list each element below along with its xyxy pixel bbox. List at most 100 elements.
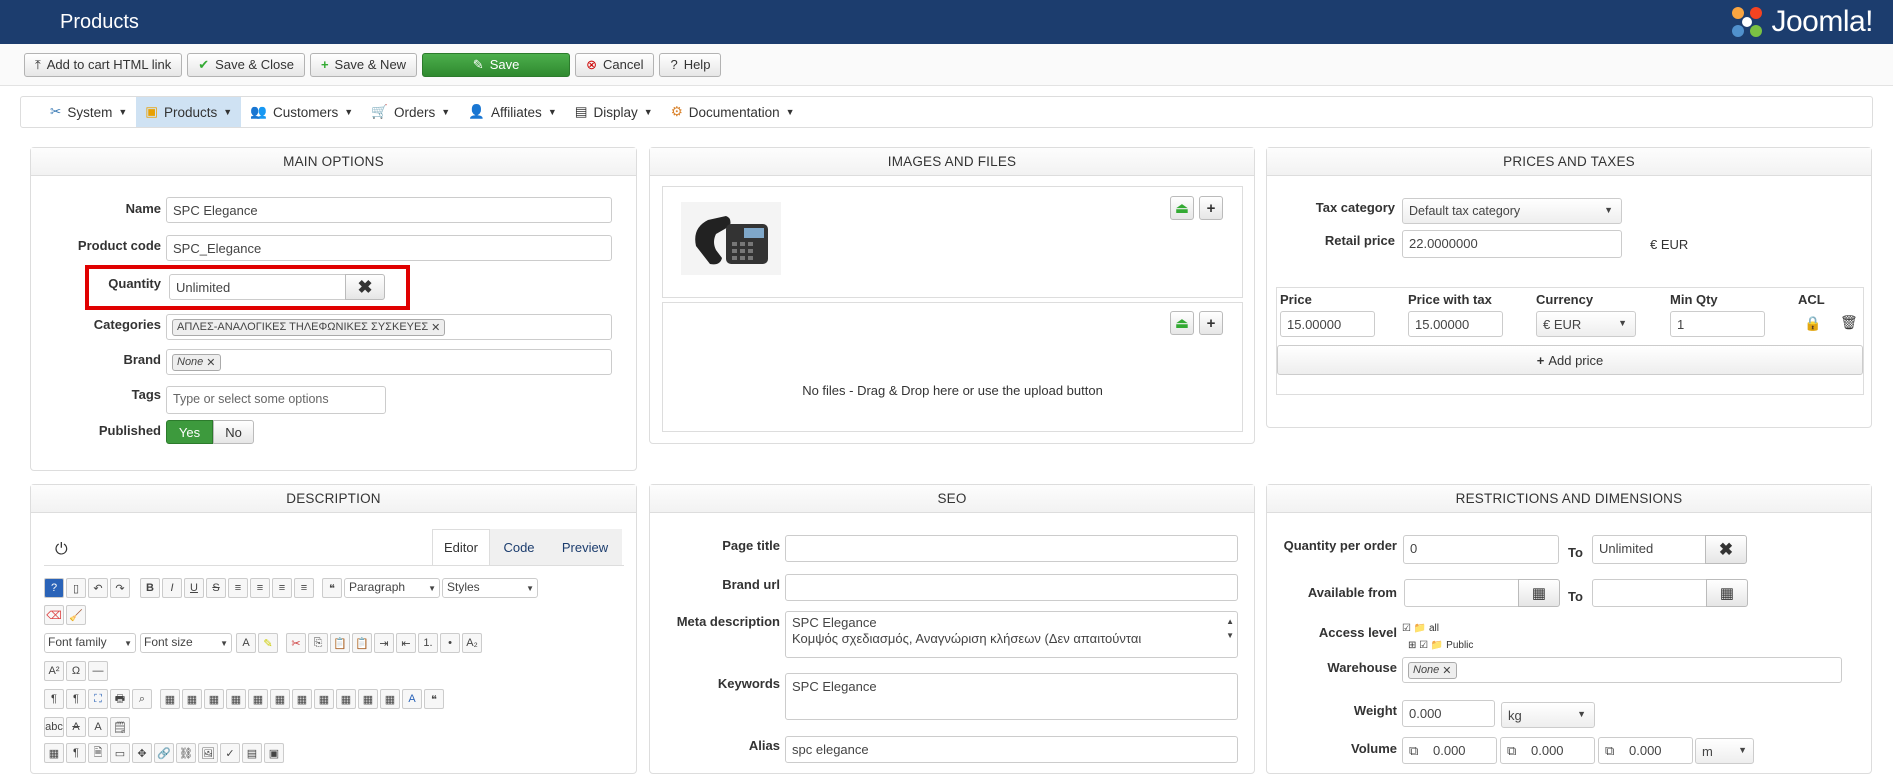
trash-icon[interactable]: 🗑 (1840, 314, 1858, 331)
table-icon[interactable]: ▦ (160, 689, 180, 709)
tab-editor[interactable]: Editor (432, 529, 490, 565)
published-no-button[interactable]: No (213, 420, 254, 444)
clear-quantity-button[interactable]: ✖ (345, 274, 385, 300)
help-button[interactable]: ? Help (659, 52, 722, 77)
table-delete-row-icon[interactable]: ▦ (270, 689, 290, 709)
save-close-button[interactable]: ✔ Save & Close (187, 52, 305, 77)
remove-tag-icon[interactable]: ✕ (206, 356, 215, 369)
access-all-item[interactable]: ☑ 📁 all (1402, 620, 1473, 637)
available-to-input[interactable] (1592, 579, 1707, 607)
power-icon[interactable]: ⏻ (55, 541, 68, 559)
text-color-icon[interactable]: A (236, 633, 256, 653)
indent-icon[interactable]: ⇥ (374, 633, 394, 653)
paste-icon[interactable]: 📋 (330, 633, 350, 653)
quantity-per-order-from[interactable]: 0 (1403, 535, 1559, 564)
italic-icon[interactable]: I (162, 578, 182, 598)
font-family-select[interactable]: Font family ▼ (44, 633, 136, 653)
expand-icon[interactable]: ⊞ (1408, 640, 1416, 651)
menu-products[interactable]: ▣ Products ▼ (136, 97, 242, 127)
template-icon[interactable]: 🗎 (88, 743, 108, 763)
redo-icon[interactable]: ↷ (110, 578, 130, 598)
cancel-button[interactable]: ⊗ Cancel (575, 52, 655, 77)
weight-input[interactable]: 0.000 (1402, 700, 1495, 727)
product-code-input[interactable]: SPC_Elegance (166, 235, 612, 261)
align-right-icon[interactable]: ≡ (294, 578, 314, 598)
underline-icon[interactable]: U (184, 578, 204, 598)
menu-orders[interactable]: 🛒 Orders ▼ (362, 97, 459, 127)
unlink-icon[interactable]: ⛓ (176, 743, 196, 763)
media-icon[interactable]: ▤ (242, 743, 262, 763)
character-map-icon[interactable]: Ω (66, 661, 86, 681)
remove-tag-icon[interactable]: ✕ (431, 321, 440, 334)
superscript-icon[interactable]: A² (44, 661, 64, 681)
highlight-color-icon[interactable]: ✎ (258, 633, 278, 653)
style-props-icon[interactable]: A (402, 689, 422, 709)
spellcheck-icon[interactable]: ✓ (220, 743, 240, 763)
table-row-before-icon[interactable]: ▦ (226, 689, 246, 709)
align-left-icon[interactable]: ≡ (272, 578, 292, 598)
price-input[interactable]: 15.00000 (1280, 311, 1375, 337)
brand-input[interactable]: None ✕ (166, 349, 612, 375)
tab-preview[interactable]: Preview (548, 529, 622, 565)
outdent-icon[interactable]: ⇤ (396, 633, 416, 653)
layer-icon[interactable]: ▭ (110, 743, 130, 763)
save-button[interactable]: ✎ Save (422, 52, 571, 77)
upload-image-button[interactable]: ⏏ (1170, 196, 1194, 220)
help-icon[interactable]: ? (44, 578, 64, 598)
paragraph-select[interactable]: Paragraph ▼ (344, 578, 440, 598)
cut-icon[interactable]: ✂ (286, 633, 306, 653)
cleanup-icon[interactable]: 🧹 (66, 605, 86, 625)
table-row-icon[interactable]: ▦ (204, 689, 224, 709)
menu-affiliates[interactable]: 👤 Affiliates ▼ (459, 97, 566, 127)
files-dropzone[interactable]: ⏏ + No files - Drag & Drop here or use t… (662, 302, 1243, 432)
available-from-input[interactable] (1404, 579, 1519, 607)
image-icon[interactable]: 🖼 (198, 743, 218, 763)
print-icon[interactable]: 🖶 (110, 689, 130, 709)
menu-customers[interactable]: 👥 Customers ▼ (241, 97, 362, 127)
quantity-per-order-to[interactable]: Unlimited (1592, 535, 1706, 564)
menu-display[interactable]: ▤ Display ▼ (566, 97, 662, 127)
undo-icon[interactable]: ↶ (88, 578, 108, 598)
images-dropzone[interactable]: ⏏ + (662, 186, 1243, 298)
published-yes-button[interactable]: Yes (166, 420, 213, 444)
keywords-textarea[interactable]: SPC Elegance (785, 673, 1238, 720)
fullscreen-icon[interactable]: ⛶ (88, 689, 108, 709)
joomla-logo[interactable]: Joomla! (1729, 4, 1873, 40)
subscript-icon[interactable]: A₂ (462, 633, 482, 653)
align-center-icon[interactable]: ≡ (250, 578, 270, 598)
available-to-calendar-button[interactable]: ▦ (1706, 579, 1748, 607)
paragraph-icon[interactable]: ¶ (66, 743, 86, 763)
scroll-down-icon[interactable]: ▼ (1226, 628, 1234, 644)
table-delete-col-icon[interactable]: ▦ (336, 689, 356, 709)
eraser-icon[interactable]: ⌫ (44, 605, 64, 625)
tab-code[interactable]: Code (490, 529, 548, 565)
available-from-calendar-button[interactable]: ▦ (1518, 579, 1560, 607)
styles-select[interactable]: Styles ▼ (442, 578, 538, 598)
horizontal-rule-icon[interactable]: — (88, 661, 108, 681)
font-size-select[interactable]: Font size ▼ (140, 633, 232, 653)
add-to-cart-link-button[interactable]: ⤒ Add to cart HTML link (24, 52, 183, 77)
price-with-tax-input[interactable]: 15.00000 (1408, 311, 1503, 337)
name-input[interactable]: SPC Elegance (166, 197, 612, 223)
ins-icon[interactable]: A (88, 717, 108, 737)
copy-icon[interactable]: ⎘ (308, 633, 328, 653)
grid-icon[interactable]: ▦ (44, 743, 64, 763)
access-public-item[interactable]: ⊞ ☑ 📁 Public (1402, 637, 1473, 654)
table-col-before-icon[interactable]: ▦ (292, 689, 312, 709)
volume-height-input[interactable]: ⧉ 0.000 (1598, 737, 1693, 764)
table-cell-icon[interactable]: ▦ (182, 689, 202, 709)
upload-file-button[interactable]: ⏏ (1170, 311, 1194, 335)
blockquote-icon[interactable]: ❝ (322, 578, 342, 598)
menu-system[interactable]: ✂ System ▼ (41, 97, 136, 127)
link-icon[interactable]: 🔗 (154, 743, 174, 763)
volume-width-input[interactable]: ⧉ 0.000 (1500, 737, 1595, 764)
brand-url-input[interactable] (785, 574, 1238, 601)
abbr-icon[interactable]: abc (44, 717, 64, 737)
table-split-icon[interactable]: ▦ (358, 689, 378, 709)
visual-aid-icon[interactable]: ▣ (264, 743, 284, 763)
search-replace-icon[interactable]: ⌕ (132, 689, 152, 709)
quantity-input[interactable]: Unlimited (169, 274, 349, 300)
retail-price-input[interactable]: 22.0000000 (1402, 230, 1622, 258)
align-justify-icon[interactable]: ≡ (228, 578, 248, 598)
save-new-button[interactable]: + Save & New (309, 52, 418, 77)
